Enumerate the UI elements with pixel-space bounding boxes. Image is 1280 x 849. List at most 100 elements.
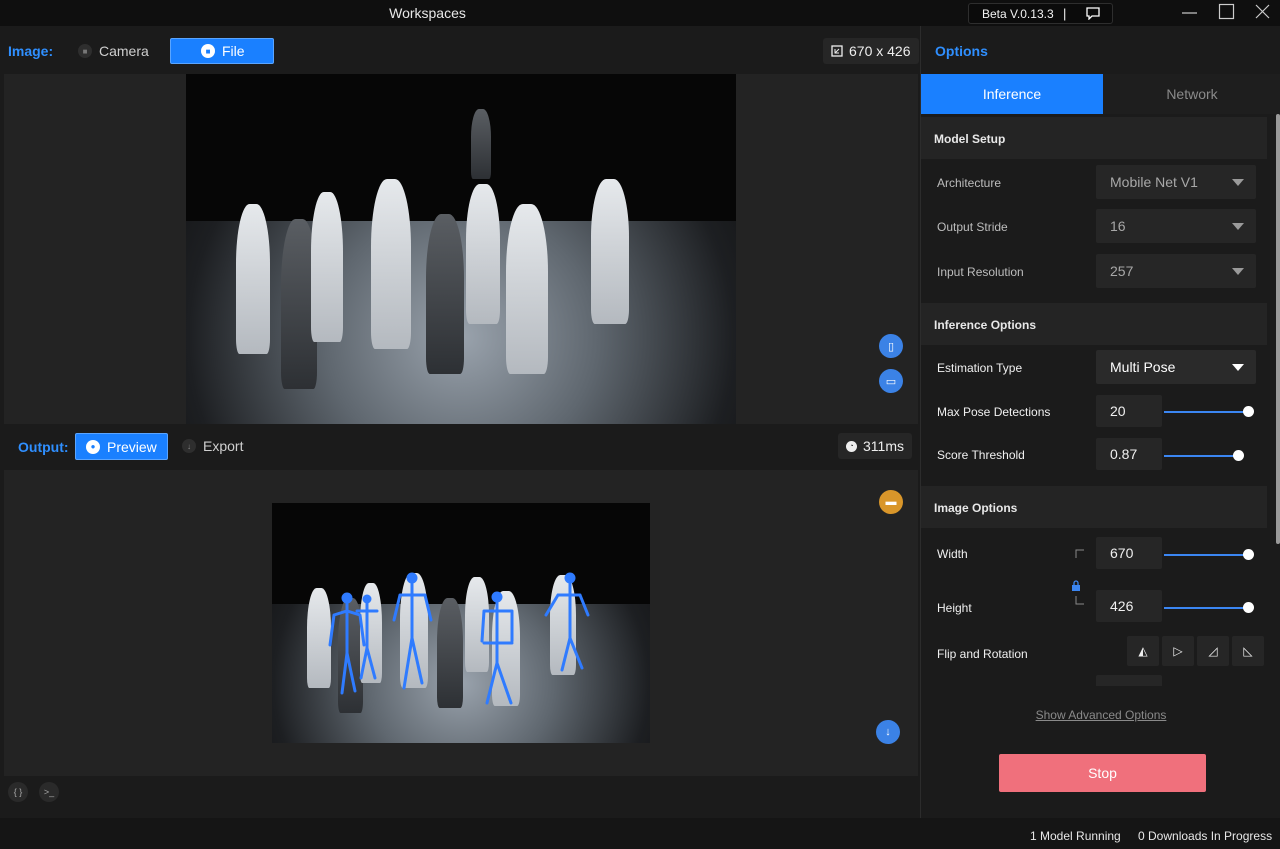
status-bar: 1 Model Running 0 Downloads In Progress [0, 818, 1280, 849]
output-preview-image [272, 503, 650, 743]
options-scroll-area[interactable]: Model Setup Architecture Mobile Net V1 O… [921, 114, 1275, 686]
chevron-down-icon [1232, 364, 1244, 371]
estimation-type-label: Estimation Type [937, 361, 1023, 375]
model-setup-heading: Model Setup [921, 117, 1267, 159]
chevron-down-icon [1232, 268, 1244, 275]
minimize-icon[interactable] [1180, 3, 1200, 21]
link-bracket-top-icon [1075, 549, 1084, 558]
height-slider[interactable] [1164, 602, 1254, 614]
flip-vertical-icon: ▷ [1173, 644, 1183, 658]
output-canvas: ▬ ↓ [4, 470, 918, 776]
file-mode-button[interactable]: ■ File [170, 38, 274, 64]
flip-horizontal-button[interactable]: ◭ [1127, 636, 1159, 666]
options-title: Options [935, 43, 988, 59]
version-badge[interactable]: Beta V.0.13.3 | [968, 3, 1113, 24]
image-dimensions: 670 x 426 [849, 43, 911, 59]
estimation-type-value: Multi Pose [1110, 359, 1176, 375]
version-separator: | [1063, 6, 1067, 21]
folder-icon: ▭ [885, 375, 897, 388]
slider-track [1164, 554, 1249, 556]
score-threshold-label: Score Threshold [937, 448, 1025, 462]
max-pose-detections-slider[interactable] [1164, 406, 1254, 418]
rotate-right-button[interactable]: ◺ [1232, 636, 1264, 666]
file-mode-label: File [222, 43, 245, 59]
flip-vertical-button[interactable]: ▷ [1162, 636, 1194, 666]
code-braces-icon[interactable]: { } [8, 782, 28, 802]
slider-track [1164, 607, 1249, 609]
output-stride-label: Output Stride [937, 220, 1008, 234]
app-window: Workspaces Beta V.0.13.3 | Image: ■ Came… [0, 0, 1280, 849]
file-icon: ▯ [887, 340, 895, 353]
options-scrollbar[interactable] [1276, 114, 1280, 544]
tab-network[interactable]: Network [1103, 74, 1280, 114]
image-toolbar: Image: ■ Camera ■ File 670 x 426 [0, 28, 919, 74]
slider-handle[interactable] [1232, 450, 1244, 461]
camera-icon: ■ [78, 44, 92, 58]
input-canvas: ▯ ▭ [4, 74, 918, 424]
maximize-icon[interactable] [1217, 3, 1237, 21]
slider-handle[interactable] [1243, 406, 1254, 417]
input-resolution-select[interactable]: 257 [1096, 254, 1256, 288]
camera-mode-label: Camera [99, 43, 149, 59]
architecture-select[interactable]: Mobile Net V1 [1096, 165, 1256, 199]
bottom-tools: { } >_ [0, 777, 919, 817]
rotate-right-icon: ◺ [1243, 644, 1253, 658]
height-input[interactable]: 426 [1096, 590, 1162, 622]
file-icon: ■ [201, 44, 215, 58]
width-label: Width [937, 547, 968, 561]
lock-icon[interactable] [1071, 580, 1081, 591]
chevron-down-icon [1232, 179, 1244, 186]
inference-options-heading: Inference Options [921, 303, 1267, 345]
clock-icon: ◔ [846, 440, 857, 452]
eye-icon: ● [86, 439, 100, 454]
estimation-type-select[interactable]: Multi Pose [1096, 350, 1256, 384]
flip-rotation-group: ◭ ▷ ◿ ◺ [1127, 636, 1267, 666]
options-panel: Options Inference Network Model Setup Ar… [920, 26, 1280, 818]
input-resolution-value: 257 [1110, 263, 1134, 279]
score-threshold-slider[interactable] [1164, 450, 1254, 462]
export-mode-label: Export [203, 438, 244, 454]
terminal-icon[interactable]: >_ [39, 782, 59, 802]
width-input[interactable]: 670 [1096, 537, 1162, 569]
version-label: Beta V.0.13.3 [982, 7, 1054, 21]
models-running-status: 1 Model Running [1030, 829, 1121, 843]
chat-icon: ▬ [885, 496, 897, 508]
score-threshold-input[interactable]: 0.87 [1096, 438, 1162, 470]
max-pose-detections-label: Max Pose Detections [937, 405, 1051, 419]
flip-horizontal-icon: ◭ [1138, 644, 1148, 658]
input-image [186, 74, 736, 424]
link-bracket-bottom-icon [1075, 596, 1084, 605]
output-stride-select[interactable]: 16 [1096, 209, 1256, 243]
open-folder-button[interactable]: ▭ [879, 369, 903, 393]
input-resolution-label: Input Resolution [937, 265, 1024, 279]
preview-mode-button[interactable]: ● Preview [75, 433, 168, 460]
download-output-button[interactable]: ↓ [876, 720, 900, 744]
open-file-button[interactable]: ▯ [879, 334, 903, 358]
image-dimensions-badge: 670 x 426 [823, 38, 919, 64]
feedback-chat-button[interactable]: ▬ [879, 490, 903, 514]
output-label: Output: [18, 439, 69, 455]
max-pose-detections-input[interactable]: 20 [1096, 395, 1162, 427]
tab-inference[interactable]: Inference [921, 74, 1103, 114]
feedback-icon[interactable] [1086, 7, 1100, 23]
chevron-down-icon [1232, 223, 1244, 230]
slider-handle[interactable] [1243, 602, 1254, 613]
partial-hidden-input[interactable] [1096, 675, 1162, 686]
show-advanced-options-link[interactable]: Show Advanced Options [921, 708, 1280, 722]
flip-rotation-label: Flip and Rotation [937, 647, 1028, 661]
downloads-status: 0 Downloads In Progress [1138, 829, 1273, 843]
close-icon[interactable] [1253, 3, 1273, 21]
stop-button[interactable]: Stop [999, 754, 1206, 792]
download-icon: ↓ [885, 726, 891, 738]
camera-mode-button[interactable]: ■ Camera [68, 38, 159, 64]
inference-time: 311ms [863, 438, 904, 454]
slider-handle[interactable] [1243, 549, 1254, 560]
rotate-left-button[interactable]: ◿ [1197, 636, 1229, 666]
pose-skeleton-overlay [328, 572, 590, 705]
image-options-heading: Image Options [921, 486, 1267, 528]
output-toolbar: Output: ● Preview ↓ Export ◔ 311ms [0, 424, 919, 470]
width-slider[interactable] [1164, 549, 1254, 561]
export-mode-button[interactable]: ↓ Export [172, 433, 253, 459]
architecture-value: Mobile Net V1 [1110, 174, 1198, 190]
resize-icon [831, 45, 843, 57]
